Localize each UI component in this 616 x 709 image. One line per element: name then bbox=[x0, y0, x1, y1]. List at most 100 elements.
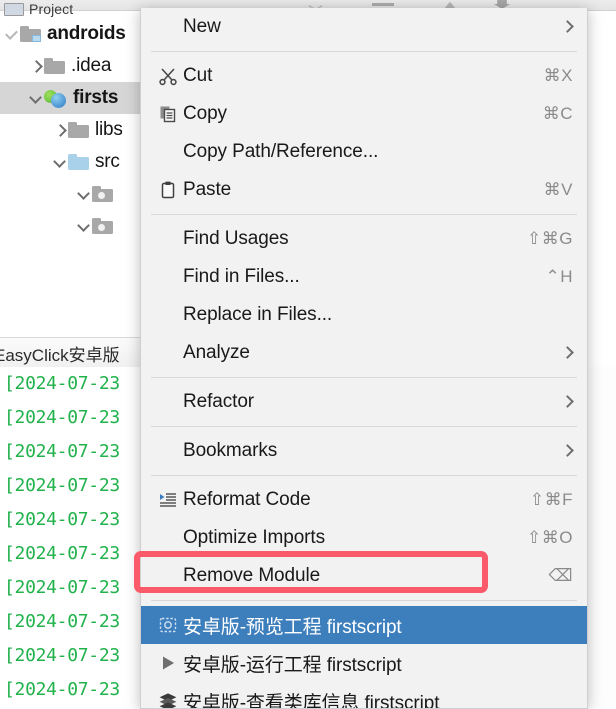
context-menu[interactable]: New Cut ⌘X Copy ⌘C Copy Path/Reference... Past… bbox=[140, 8, 588, 709]
menu-item[interactable]: Optimize Imports ⇧⌘O bbox=[141, 519, 587, 557]
log-line: [2024-07-23 bbox=[4, 509, 120, 530]
menu-item-label: Copy bbox=[183, 103, 531, 125]
no-icon bbox=[153, 565, 183, 587]
tree-item-label: src bbox=[95, 151, 120, 173]
menu-item-label: Refactor bbox=[183, 391, 551, 413]
reformat-code-icon bbox=[153, 489, 183, 511]
project-panel-title: Project bbox=[29, 1, 73, 17]
menu-item[interactable]: 安卓版-运行工程 firstscript bbox=[141, 644, 587, 682]
log-line: [2024-07-23 bbox=[4, 407, 120, 428]
no-icon bbox=[153, 391, 183, 413]
menu-item-shortcut: ⇧⌘O bbox=[527, 528, 573, 548]
minus-icon[interactable] bbox=[372, 3, 394, 6]
no-icon bbox=[153, 228, 183, 250]
project-window-icon bbox=[4, 3, 24, 16]
log-line: [2024-07-23 bbox=[4, 475, 120, 496]
menu-item-label: Analyze bbox=[183, 342, 551, 364]
tree-item-label: .idea bbox=[71, 55, 111, 77]
menu-item-shortcut: ⇧⌘F bbox=[530, 490, 573, 510]
tree-item-label: androids bbox=[47, 23, 126, 45]
submenu-chevron-icon bbox=[563, 22, 573, 32]
chevron-right-icon[interactable] bbox=[28, 58, 44, 74]
log-line: [2024-07-23 bbox=[4, 373, 120, 394]
no-icon bbox=[153, 16, 183, 38]
menu-item[interactable]: Bookmarks bbox=[141, 432, 587, 470]
menu-item-label: Reformat Code bbox=[183, 489, 518, 511]
menu-item-label: Optimize Imports bbox=[183, 527, 515, 549]
console-tab-label[interactable]: EasyClick安卓版 bbox=[0, 341, 120, 366]
no-icon bbox=[153, 304, 183, 326]
android-module-icon bbox=[44, 89, 67, 108]
submenu-chevron-icon bbox=[563, 397, 573, 407]
chevron-down-icon[interactable] bbox=[28, 90, 44, 106]
console-scroll-gutter[interactable] bbox=[586, 367, 616, 708]
menu-item-label: 安卓版-预览工程 firstscript bbox=[183, 612, 573, 639]
menu-item[interactable]: Find in Files... ⌃H bbox=[141, 258, 587, 296]
menu-item[interactable]: Copy Path/Reference... bbox=[141, 133, 587, 171]
menu-item[interactable]: Refactor bbox=[141, 383, 587, 421]
menu-item[interactable]: Copy ⌘C bbox=[141, 95, 587, 133]
menu-item-label: Find in Files... bbox=[183, 266, 533, 288]
no-icon bbox=[153, 141, 183, 163]
menu-item[interactable]: Find Usages ⇧⌘G bbox=[141, 220, 587, 258]
no-icon bbox=[153, 440, 183, 462]
menu-item[interactable]: Cut ⌘X bbox=[141, 57, 587, 95]
log-line: [2024-07-23 bbox=[4, 577, 120, 598]
folder-gray-icon bbox=[68, 122, 89, 138]
run-icon bbox=[153, 652, 183, 674]
menu-item-label: Remove Module bbox=[183, 565, 536, 587]
chevron-right-icon[interactable] bbox=[52, 122, 68, 138]
menu-item-shortcut: ⇧⌘G bbox=[527, 229, 573, 249]
chevron-down-icon[interactable] bbox=[52, 154, 68, 170]
submenu-chevron-icon bbox=[563, 348, 573, 358]
menu-item-label: Find Usages bbox=[183, 228, 515, 250]
log-line: [2024-07-23 bbox=[4, 441, 120, 462]
menu-separator bbox=[151, 377, 577, 378]
menu-item-label: Cut bbox=[183, 65, 532, 87]
chevron-down-icon[interactable] bbox=[76, 186, 92, 202]
menu-item-shortcut: ⌃H bbox=[545, 267, 573, 287]
menu-item[interactable]: Analyze bbox=[141, 334, 587, 372]
no-icon bbox=[153, 527, 183, 549]
menu-item[interactable]: Replace in Files... bbox=[141, 296, 587, 334]
check-icon[interactable] bbox=[4, 26, 20, 42]
menu-item-label: Bookmarks bbox=[183, 440, 551, 462]
folder-package-icon bbox=[92, 218, 113, 234]
library-stack-icon bbox=[153, 690, 183, 709]
log-line: [2024-07-23 bbox=[4, 611, 120, 632]
menu-item[interactable]: Remove Module ⌫ bbox=[141, 557, 587, 595]
chevron-down-icon[interactable] bbox=[76, 218, 92, 234]
tree-item-label: firsts bbox=[73, 87, 118, 109]
clipboard-icon bbox=[153, 179, 183, 201]
copy-icon bbox=[153, 103, 183, 125]
menu-item-shortcut: ⌫ bbox=[548, 566, 573, 586]
menu-item[interactable]: Paste ⌘V bbox=[141, 171, 587, 209]
submenu-chevron-icon bbox=[563, 446, 573, 456]
menu-item-shortcut: ⌘X bbox=[544, 66, 573, 86]
menu-item-label: 安卓版-运行工程 firstscript bbox=[183, 650, 573, 677]
menu-item-label: Paste bbox=[183, 179, 532, 201]
menu-item[interactable]: 安卓版-查看类库信息 firstscript bbox=[141, 682, 587, 709]
menu-separator bbox=[151, 426, 577, 427]
tree-item-label: libs bbox=[95, 119, 123, 141]
menu-separator bbox=[151, 475, 577, 476]
folder-gray-icon bbox=[44, 58, 65, 74]
menu-separator bbox=[151, 214, 577, 215]
no-icon bbox=[153, 342, 183, 364]
folder-module-icon bbox=[20, 26, 41, 42]
folder-blue-icon bbox=[68, 154, 89, 170]
menu-separator bbox=[151, 51, 577, 52]
no-icon bbox=[153, 266, 183, 288]
menu-item-shortcut: ⌘V bbox=[544, 180, 573, 200]
menu-item-label: New bbox=[183, 16, 551, 38]
log-line: [2024-07-23 bbox=[4, 645, 120, 666]
menu-item[interactable]: Reformat Code ⇧⌘F bbox=[141, 481, 587, 519]
log-line: [2024-07-23 bbox=[4, 679, 120, 700]
scissors-icon bbox=[153, 65, 183, 87]
folder-package-icon bbox=[92, 186, 113, 202]
menu-item[interactable]: New bbox=[141, 8, 587, 46]
menu-item-shortcut: ⌘C bbox=[543, 104, 573, 124]
menu-item-label: 安卓版-查看类库信息 firstscript bbox=[183, 688, 573, 709]
menu-item[interactable]: 安卓版-预览工程 firstscript bbox=[141, 606, 587, 644]
menu-item-label: Copy Path/Reference... bbox=[183, 141, 573, 163]
